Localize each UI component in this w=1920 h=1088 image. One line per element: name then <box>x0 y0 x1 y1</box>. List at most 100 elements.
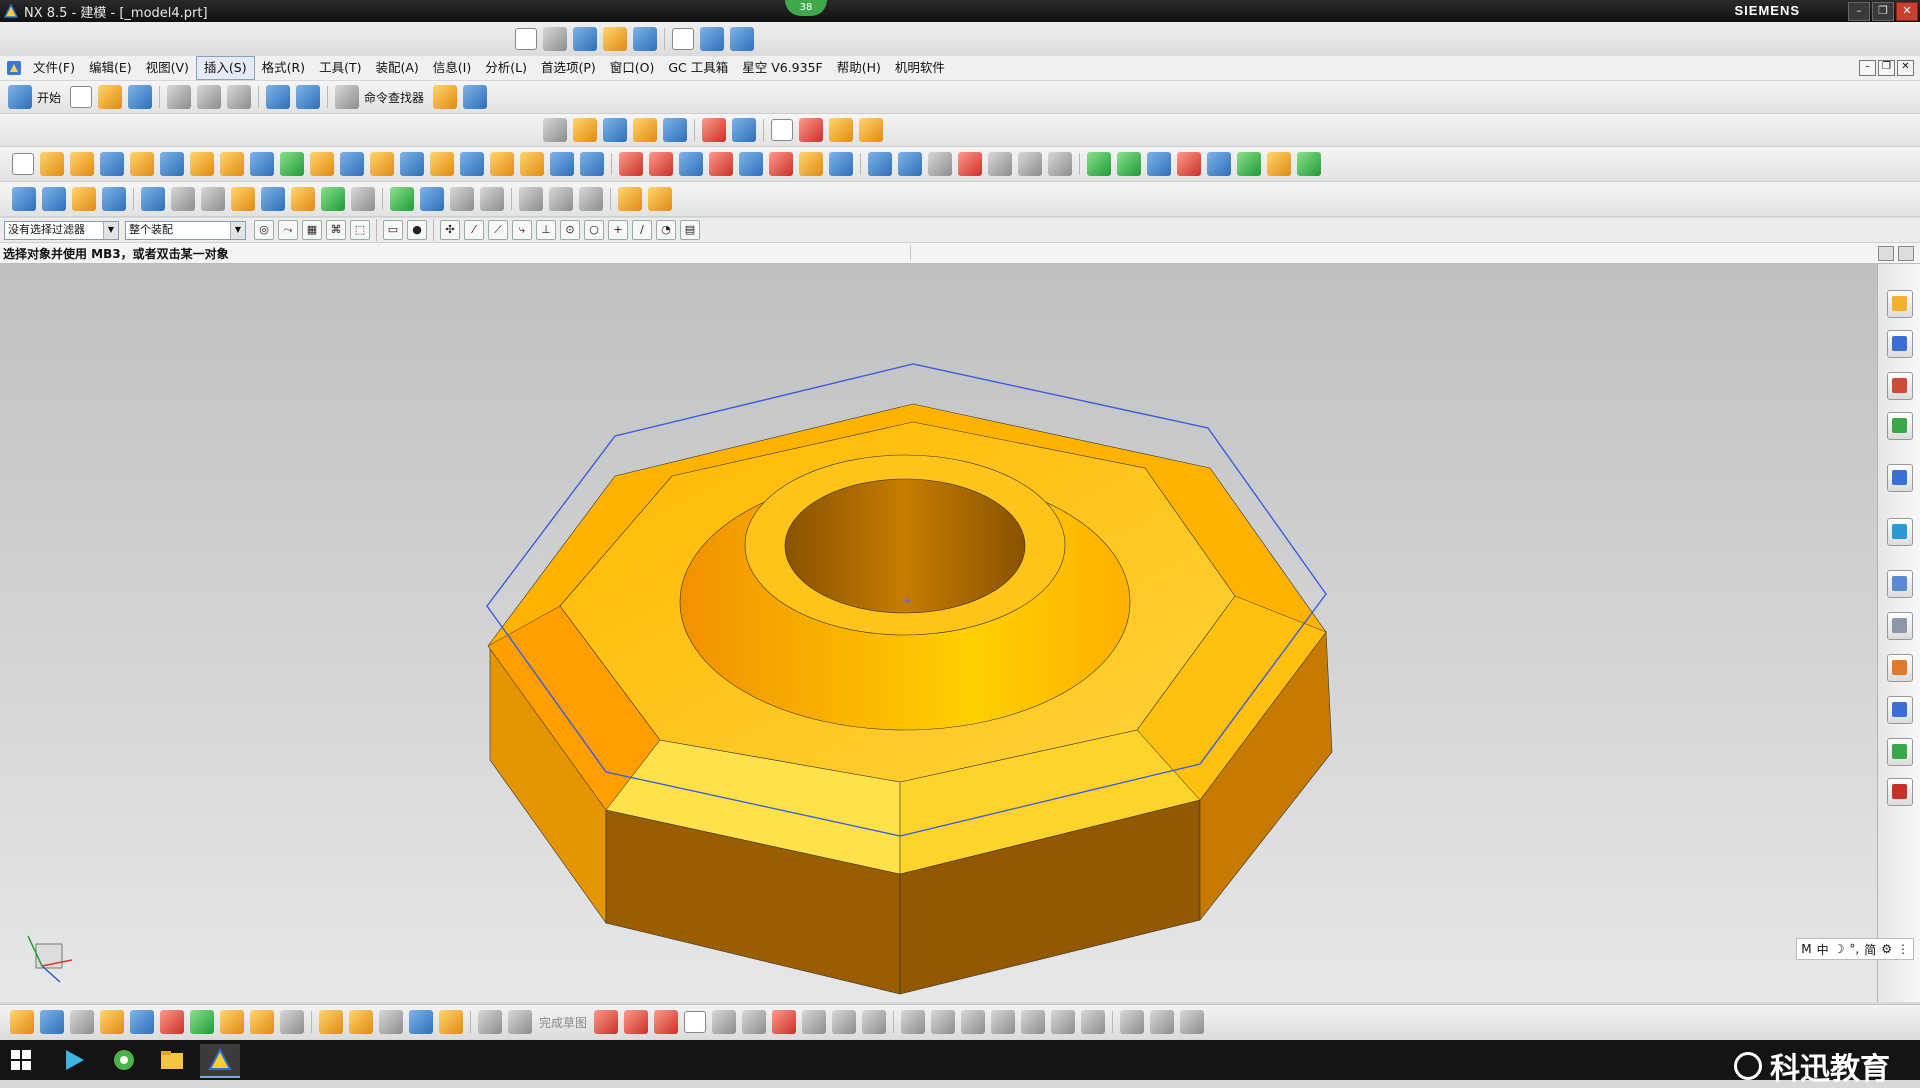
layer-settings-icon[interactable] <box>543 118 567 142</box>
roles-tab[interactable] <box>1887 738 1913 766</box>
menu-window[interactable]: 窗口(O) <box>603 57 662 79</box>
derived-line-icon[interactable] <box>250 1010 274 1034</box>
start-icon[interactable] <box>8 85 32 109</box>
doc-close-button[interactable]: ✕ <box>1897 60 1914 76</box>
base-view-icon[interactable] <box>1117 152 1141 176</box>
pull-face-icon[interactable] <box>709 152 733 176</box>
menu-gc-toolbox[interactable]: GC 工具箱 <box>661 57 735 79</box>
offset-curve-icon[interactable] <box>190 1010 214 1034</box>
patch-icon[interactable] <box>1048 152 1072 176</box>
route-icon[interactable] <box>519 187 543 211</box>
nx-taskbar-icon[interactable] <box>200 1044 240 1078</box>
intersect-icon[interactable] <box>370 152 394 176</box>
fillet-icon[interactable] <box>712 1010 737 1034</box>
measure-distance-icon[interactable] <box>702 118 726 142</box>
process-studio-tab[interactable] <box>1887 654 1913 682</box>
draft-icon[interactable] <box>520 152 544 176</box>
inferred-constraints-icon[interactable] <box>1150 1010 1175 1034</box>
through-mesh-icon[interactable] <box>898 152 922 176</box>
alternate-solution-icon[interactable] <box>1051 1010 1076 1034</box>
link-icon[interactable] <box>579 187 603 211</box>
system-scenes-tab[interactable] <box>1887 778 1913 806</box>
cylinder-body-icon[interactable] <box>12 187 36 211</box>
menu-analysis[interactable]: 分析(L) <box>478 57 534 79</box>
sew-icon[interactable] <box>1018 152 1042 176</box>
save-icon[interactable] <box>128 85 153 109</box>
sketch-relations-icon[interactable] <box>1120 1010 1145 1034</box>
chamfer-icon[interactable] <box>490 152 514 176</box>
sketch-constraint-icon[interactable] <box>100 1010 124 1034</box>
end-point-icon[interactable]: ⁄ <box>464 220 484 240</box>
polygon-icon[interactable] <box>862 1010 887 1034</box>
sketch-icon[interactable] <box>12 153 34 175</box>
notification-badge[interactable]: 38 <box>785 0 827 16</box>
app-menu-icon[interactable] <box>6 60 22 76</box>
menu-assembly[interactable]: 装配(A) <box>368 57 425 79</box>
minimize-button[interactable]: – <box>1848 2 1870 21</box>
orient-sketch-icon[interactable] <box>130 1010 154 1034</box>
menu-view[interactable]: 视图(V) <box>139 57 196 79</box>
file-explorer-icon[interactable] <box>152 1044 192 1076</box>
feature-group-icon[interactable] <box>859 118 883 142</box>
cylinder-icon[interactable] <box>130 152 154 176</box>
move-object-icon[interactable] <box>603 118 627 142</box>
shell-icon[interactable] <box>550 152 574 176</box>
trim-body-icon[interactable] <box>400 152 424 176</box>
cut-icon[interactable] <box>167 85 192 109</box>
menu-preferences[interactable]: 首选项(P) <box>534 57 603 79</box>
move-face-icon[interactable] <box>739 152 763 176</box>
coordinate-icon[interactable] <box>261 187 285 211</box>
split-body-icon[interactable] <box>430 152 454 176</box>
axis-tool-icon[interactable] <box>480 187 504 211</box>
arc-icon[interactable] <box>654 1010 679 1034</box>
quick-extend-icon[interactable] <box>379 1010 403 1034</box>
reuse-library-tab[interactable] <box>1887 412 1913 440</box>
cross-tool-icon[interactable] <box>102 187 126 211</box>
copy-icon[interactable] <box>197 85 222 109</box>
close-button[interactable]: ✕ <box>1896 2 1918 21</box>
menu-edit[interactable]: 编辑(E) <box>82 57 139 79</box>
sketch-plane-icon[interactable] <box>40 1010 64 1034</box>
menu-information[interactable]: 信息(I) <box>426 57 478 79</box>
mid-point-icon[interactable]: ⟋ <box>488 220 508 240</box>
hammer-icon[interactable] <box>291 187 315 211</box>
edge-blend-icon[interactable] <box>460 152 484 176</box>
finish-sketch-icon[interactable] <box>508 1010 532 1034</box>
thread-icon[interactable] <box>679 152 703 176</box>
menu-format[interactable]: 格式(R) <box>255 57 312 79</box>
new-file-icon[interactable] <box>70 86 93 108</box>
circle-icon[interactable] <box>684 1011 707 1033</box>
table-icon[interactable] <box>799 118 823 142</box>
redo-icon[interactable] <box>296 85 321 109</box>
model-canvas[interactable]: + <box>0 264 1878 1002</box>
component-icon[interactable] <box>618 187 642 211</box>
section-line-icon[interactable] <box>1177 152 1201 176</box>
full-screen-icon[interactable] <box>1878 246 1894 261</box>
box-select-icon[interactable] <box>141 187 165 211</box>
drawing-sheet-icon[interactable] <box>1087 152 1111 176</box>
replace-face-icon[interactable] <box>799 152 823 176</box>
hd3d-tools-tab[interactable] <box>1887 464 1913 492</box>
n-sided-surface-icon[interactable] <box>958 152 982 176</box>
geometric-constraint-icon[interactable] <box>931 1010 956 1034</box>
projected-view-icon[interactable] <box>1147 152 1171 176</box>
tag-icon[interactable] <box>231 187 255 211</box>
assembly-icon[interactable] <box>433 85 458 109</box>
background-icon[interactable] <box>633 27 657 51</box>
ime-simplified[interactable]: 简 <box>1864 941 1876 958</box>
convert-reference-icon[interactable] <box>1021 1010 1046 1034</box>
boss-icon[interactable] <box>250 152 274 176</box>
menu-tools[interactable]: 工具(T) <box>312 57 368 79</box>
windows-start-icon[interactable] <box>10 1049 32 1071</box>
studio-spline-icon[interactable] <box>802 1010 827 1034</box>
swept-icon[interactable] <box>928 152 952 176</box>
pen-icon[interactable] <box>42 187 66 211</box>
sketch-task-icon[interactable] <box>10 1010 34 1034</box>
menu-xingkong[interactable]: 星空 V6.935F <box>735 57 830 79</box>
detail-view-icon[interactable] <box>1207 152 1231 176</box>
ring-icon[interactable] <box>72 187 96 211</box>
finish-sketch-button[interactable]: 完成草图 <box>539 1014 587 1031</box>
sphere-icon[interactable] <box>190 152 214 176</box>
curve-rule-icon[interactable]: ⤳ <box>278 220 298 240</box>
existing-point-icon[interactable]: + <box>608 220 628 240</box>
